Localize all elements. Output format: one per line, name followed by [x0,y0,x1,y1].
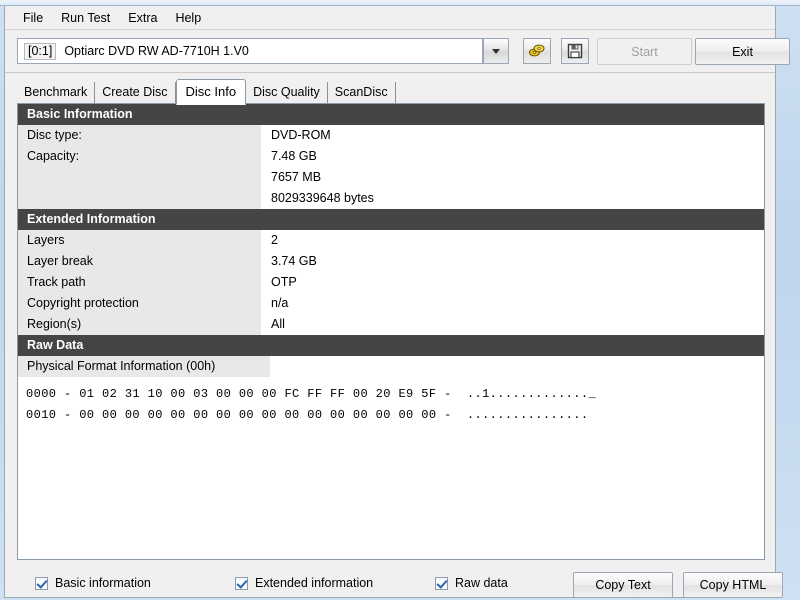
info-value: All [261,314,764,335]
info-label: Disc type: [18,125,261,146]
info-row: Disc type: DVD-ROM [18,125,764,146]
info-label: Track path [18,272,261,293]
section-header-basic: Basic Information [18,104,764,125]
section-header-raw-data: Raw Data [18,335,764,356]
checkbox-label: Basic information [55,576,151,590]
checkmark-icon [235,576,248,590]
application-window: File Run Test Extra Help [0:1] Optiarc D… [0,0,800,600]
checkbox-basic-information[interactable]: Basic information [35,576,151,590]
info-value: n/a [261,293,764,314]
info-value: 7657 MB [261,167,764,188]
info-label: Capacity: [18,146,261,167]
tab-scandisc[interactable]: ScanDisc [328,82,396,104]
tab-disc-quality[interactable]: Disc Quality [246,82,328,104]
footer-bar: Basic information Extended information R… [5,568,783,598]
info-value: OTP [261,272,764,293]
info-label: Layers [18,230,261,251]
checkbox-label: Raw data [455,576,508,590]
info-label [18,188,261,209]
info-label: Region(s) [18,314,261,335]
checkbox-label: Extended information [255,576,374,590]
checkbox-extended-information[interactable]: Extended information [235,576,373,590]
raw-data-subheader: Physical Format Information (00h) [18,356,270,377]
tab-create-disc[interactable]: Create Disc [95,82,176,104]
info-row: Region(s) All [18,314,764,335]
copy-text-button[interactable]: Copy Text [573,572,673,598]
eject-disc-button[interactable] [523,38,551,64]
tab-bar: Benchmark Create Disc Disc Info Disc Qua… [17,79,765,105]
tab-disc-info[interactable]: Disc Info [175,79,247,105]
info-row: 7657 MB [18,167,764,188]
info-row: Copyright protection n/a [18,293,764,314]
chevron-down-icon [492,48,500,54]
client-area: File Run Test Extra Help [0:1] Optiarc D… [4,6,790,598]
info-value: 7.48 GB [261,146,764,167]
toolbar: [0:1] Optiarc DVD RW AD-7710H 1.V0 Start… [5,30,790,73]
info-row: Layers 2 [18,230,764,251]
eject-disc-icon [529,44,545,57]
drive-name-label: Optiarc DVD RW AD-7710H 1.V0 [64,44,249,58]
info-label [18,167,261,188]
checkbox-raw-data[interactable]: Raw data [435,576,508,590]
info-row: Layer break 3.74 GB [18,251,764,272]
info-value: 3.74 GB [261,251,764,272]
menu-item-run-test[interactable]: Run Test [52,8,119,28]
info-value: 2 [261,230,764,251]
info-label: Layer break [18,251,261,272]
info-value: DVD-ROM [261,125,764,146]
exit-button[interactable]: Exit [695,38,790,65]
menu-item-help[interactable]: Help [166,8,210,28]
floppy-save-icon [567,43,583,59]
section-header-extended: Extended Information [18,209,764,230]
drive-index-label: [0:1] [24,42,57,60]
copy-html-button[interactable]: Copy HTML [683,572,783,598]
info-row: Capacity: 7.48 GB [18,146,764,167]
checkmark-icon [35,576,48,590]
save-button[interactable] [561,38,589,64]
menu-bar: File Run Test Extra Help [5,6,775,30]
disc-info-panel: Basic Information Disc type: DVD-ROM Cap… [17,103,765,560]
info-row: 8029339648 bytes [18,188,764,209]
info-row: Track path OTP [18,272,764,293]
menu-item-extra[interactable]: Extra [119,8,166,28]
tab-benchmark[interactable]: Benchmark [17,82,96,104]
menu-item-file[interactable]: File [14,8,52,28]
start-button: Start [597,38,692,65]
drive-select-dropdown-button[interactable] [483,38,509,64]
drive-select[interactable]: [0:1] Optiarc DVD RW AD-7710H 1.V0 [17,38,483,64]
checkmark-icon [435,576,448,590]
raw-data-hexdump: 0000 - 01 02 31 10 00 03 00 00 00 FC FF … [26,387,597,422]
info-value: 8029339648 bytes [261,188,764,209]
info-label: Copyright protection [18,293,261,314]
